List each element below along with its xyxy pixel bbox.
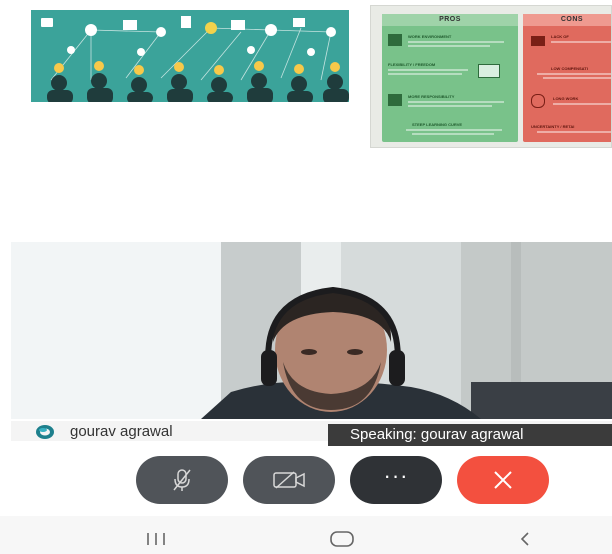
flexibility-icon <box>478 64 500 78</box>
building-icon <box>388 34 402 46</box>
microphone-muted-icon <box>173 469 191 491</box>
more-options-button[interactable]: ··· <box>350 456 442 504</box>
cons-row: LONG WORK <box>553 96 579 101</box>
participant-logo-icon <box>36 425 54 439</box>
toggle-camera-button[interactable] <box>243 456 335 504</box>
camera-off-icon <box>273 471 305 489</box>
shared-slide-network-image[interactable] <box>31 10 349 102</box>
responsibility-icon <box>388 94 402 106</box>
back-icon[interactable] <box>516 530 534 548</box>
speaking-indicator: Speaking: gourav agrawal <box>328 424 612 446</box>
clock-icon <box>531 94 545 108</box>
pros-row: STEEP LEARNING CURVE <box>412 122 463 127</box>
cons-row: LACK OF <box>551 34 569 39</box>
more-options-icon: ··· <box>383 463 409 488</box>
lack-icon <box>531 36 545 46</box>
cons-row: UNCERTAINTY / RETAI <box>531 124 575 129</box>
pros-row: FLEXIBILITY / FREEDOM <box>388 62 436 67</box>
cons-panel: CONS LACK OF LOW COMPENSATI LONG WORK UN… <box>523 14 611 142</box>
pros-panel: PROS WORK ENVIRONMENT FLEXIBILITY / FREE… <box>382 14 518 142</box>
recents-icon[interactable] <box>142 531 170 547</box>
cons-row: LOW COMPENSATI <box>551 66 588 71</box>
cons-heading: CONS <box>523 14 611 26</box>
participant-video[interactable] <box>11 242 612 419</box>
mute-microphone-button[interactable] <box>136 456 228 504</box>
network-illustration <box>41 16 349 102</box>
home-icon[interactable] <box>328 530 356 548</box>
end-call-button[interactable] <box>457 456 549 504</box>
participant-name: gourav agrawal <box>70 423 173 440</box>
pros-row: MORE RESPONSIBILITY <box>408 94 455 99</box>
video-frame <box>11 242 612 419</box>
pros-row: WORK ENVIRONMENT <box>408 34 452 39</box>
shared-slide-pros-cons[interactable]: PROS WORK ENVIRONMENT FLEXIBILITY / FREE… <box>370 5 612 148</box>
end-call-icon <box>494 471 512 489</box>
pros-heading: PROS <box>382 14 518 26</box>
